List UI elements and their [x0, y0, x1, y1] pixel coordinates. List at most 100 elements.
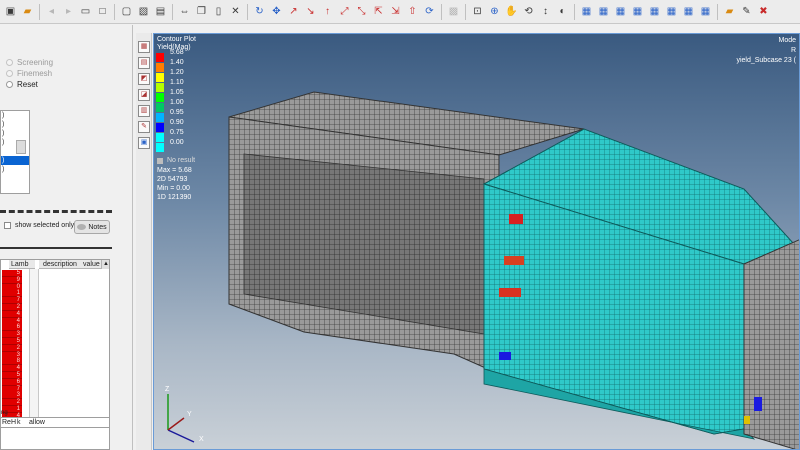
grid-top-rule [0, 247, 112, 249]
legend-swatch [156, 133, 164, 142]
copy-icon[interactable]: ❐ [194, 4, 209, 19]
close-icon[interactable]: ✖ [756, 4, 771, 19]
zoom-in-icon[interactable]: ⊕ [487, 4, 502, 19]
paste-icon[interactable]: ▯ [211, 4, 226, 19]
triad-z-label: Z [165, 386, 170, 393]
axis-x-icon[interactable]: ↗ [286, 4, 301, 19]
k-header: k [17, 419, 21, 426]
folder-icon[interactable]: ▰ [722, 4, 737, 19]
rect-select-icon[interactable]: ▢ [119, 4, 134, 19]
print-icon[interactable]: ▤ [153, 4, 168, 19]
bottom-grid-body[interactable] [0, 428, 110, 450]
axis-z-icon[interactable]: ↑ [320, 4, 335, 19]
monitor-icon[interactable]: ▣ [138, 137, 150, 149]
list-item[interactable] [1, 192, 29, 193]
legend-icon[interactable]: ▤ [138, 57, 150, 69]
display-e-icon[interactable]: ▦ [647, 4, 662, 19]
select-icon[interactable]: ▧ [136, 4, 151, 19]
radio-screening-label: Screening [17, 58, 54, 67]
radio-finemesh[interactable]: Finemesh [6, 69, 52, 78]
display-g-icon[interactable]: ▦ [681, 4, 696, 19]
notes-button[interactable]: Notes [74, 220, 110, 234]
show-selected-option[interactable]: show selected only [4, 222, 74, 229]
main-toolbar: ▣ ▰ ◂ ▸ ▭ □ ▢ ▧ ▤ ⇔ ❐ ▯ ✕ ↻ ✥ ↗ ↘ ↑ ⤢ ⤡ ⇱ ⇲ ⇧ ⟳ ▩ ⊡ ⊕ ✋ ⟲ ↕ ◐ ▦ ▦ ▦ ▦ ▦ ▦ ▦ ▦ ▰… [0, 0, 800, 24]
radio-screening[interactable]: Screening [6, 58, 53, 67]
vector-icon[interactable]: ◪ [138, 89, 150, 101]
undo-icon[interactable]: ◂ [44, 4, 59, 19]
toolbar-separator [247, 3, 248, 20]
description-header: description [39, 260, 81, 269]
parameter-grid[interactable]: Lamb description value ▲ 590172446352384… [0, 259, 110, 435]
show-selected-label: show selected only [15, 222, 75, 229]
min-value: Min = 0.00 [157, 185, 190, 192]
open-folder-icon[interactable]: ▰ [20, 4, 35, 19]
grid-scrollbar[interactable] [29, 269, 39, 424]
pan-icon[interactable]: ✋ [504, 4, 519, 19]
hotspot [499, 352, 511, 360]
legend-value: 1.05 [170, 89, 184, 96]
count-2d: 2D 54793 [157, 176, 188, 183]
display-f-icon[interactable]: ▦ [664, 4, 679, 19]
redo-icon[interactable]: ▸ [61, 4, 76, 19]
list-scroll-thumb[interactable] [16, 140, 26, 154]
radio-screening-button[interactable] [6, 59, 13, 66]
rotate-icon[interactable]: ↻ [252, 4, 267, 19]
max-value: Max = 5.68 [157, 167, 192, 174]
new-icon[interactable]: ▣ [3, 4, 18, 19]
rotate-view-icon[interactable]: ⟲ [521, 4, 536, 19]
toolbar-separator [114, 3, 115, 20]
list-item[interactable]: ) [1, 165, 29, 174]
list-item[interactable]: ) [1, 156, 29, 165]
display-a-icon[interactable]: ▦ [579, 4, 594, 19]
axis-xz-icon[interactable]: ⇱ [371, 4, 386, 19]
legend-swatch [156, 103, 164, 112]
list-item[interactable] [1, 183, 29, 192]
zoom-fit-icon[interactable]: ⊡ [470, 4, 485, 19]
toolbar-separator [172, 3, 173, 20]
axis-neg-icon[interactable]: ⇧ [405, 4, 420, 19]
tensor-icon[interactable]: ▥ [138, 105, 150, 117]
no-result-swatch [157, 158, 163, 164]
radio-reset-button[interactable] [6, 81, 13, 88]
list-item[interactable]: ) [1, 120, 29, 129]
axis-yz-icon[interactable]: ⤡ [354, 4, 369, 19]
legend-swatch [156, 63, 164, 72]
notes-icon [77, 224, 87, 230]
reh-header: ReH [2, 419, 17, 426]
contour-icon[interactable]: ▦ [138, 41, 150, 53]
refresh-icon[interactable]: ⟳ [422, 4, 437, 19]
spin-icon[interactable]: ↕ [538, 4, 553, 19]
hotspot [744, 416, 750, 424]
radio-reset[interactable]: Reset [6, 80, 38, 89]
grid-scroll-up-icon[interactable]: ▲ [101, 260, 109, 269]
triad-x-label: X [199, 436, 204, 443]
move-icon[interactable]: ⇔ [177, 4, 192, 19]
box-icon[interactable]: □ [95, 4, 110, 19]
hotspot [754, 397, 762, 411]
list-item[interactable] [1, 174, 29, 183]
toolbar-separator [39, 3, 40, 20]
legend-swatch [156, 93, 164, 102]
model-viewport[interactable]: Contour Plot Yield(Mag) 5.68 1.40 1.20 1.10… [153, 33, 800, 450]
view-toggle-icon[interactable]: ◐ [555, 4, 570, 19]
axis-y-icon[interactable]: ↘ [303, 4, 318, 19]
legend-swatch [156, 53, 164, 62]
display-h-icon[interactable]: ▦ [698, 4, 713, 19]
display-b-icon[interactable]: ▦ [596, 4, 611, 19]
save-icon[interactable]: ▭ [78, 4, 93, 19]
deform-icon[interactable]: ◩ [138, 73, 150, 85]
list-item[interactable]: ) [1, 129, 29, 138]
axis-iso-icon[interactable]: ⇲ [388, 4, 403, 19]
radio-reset-label: Reset [17, 80, 38, 89]
edit-icon[interactable]: ✎ [739, 4, 754, 19]
left-panel: Screening Finemesh Reset )))))) show sel… [0, 25, 133, 450]
display-d-icon[interactable]: ▦ [630, 4, 645, 19]
display-c-icon[interactable]: ▦ [613, 4, 628, 19]
measure-icon[interactable]: ✎ [138, 121, 150, 133]
axis-xy-icon[interactable]: ⤢ [337, 4, 352, 19]
radio-finemesh-button[interactable] [6, 70, 13, 77]
list-item[interactable]: ) [1, 111, 29, 120]
translate-icon[interactable]: ✥ [269, 4, 284, 19]
delete-icon[interactable]: ✕ [228, 4, 243, 19]
show-selected-checkbox[interactable] [4, 222, 11, 229]
